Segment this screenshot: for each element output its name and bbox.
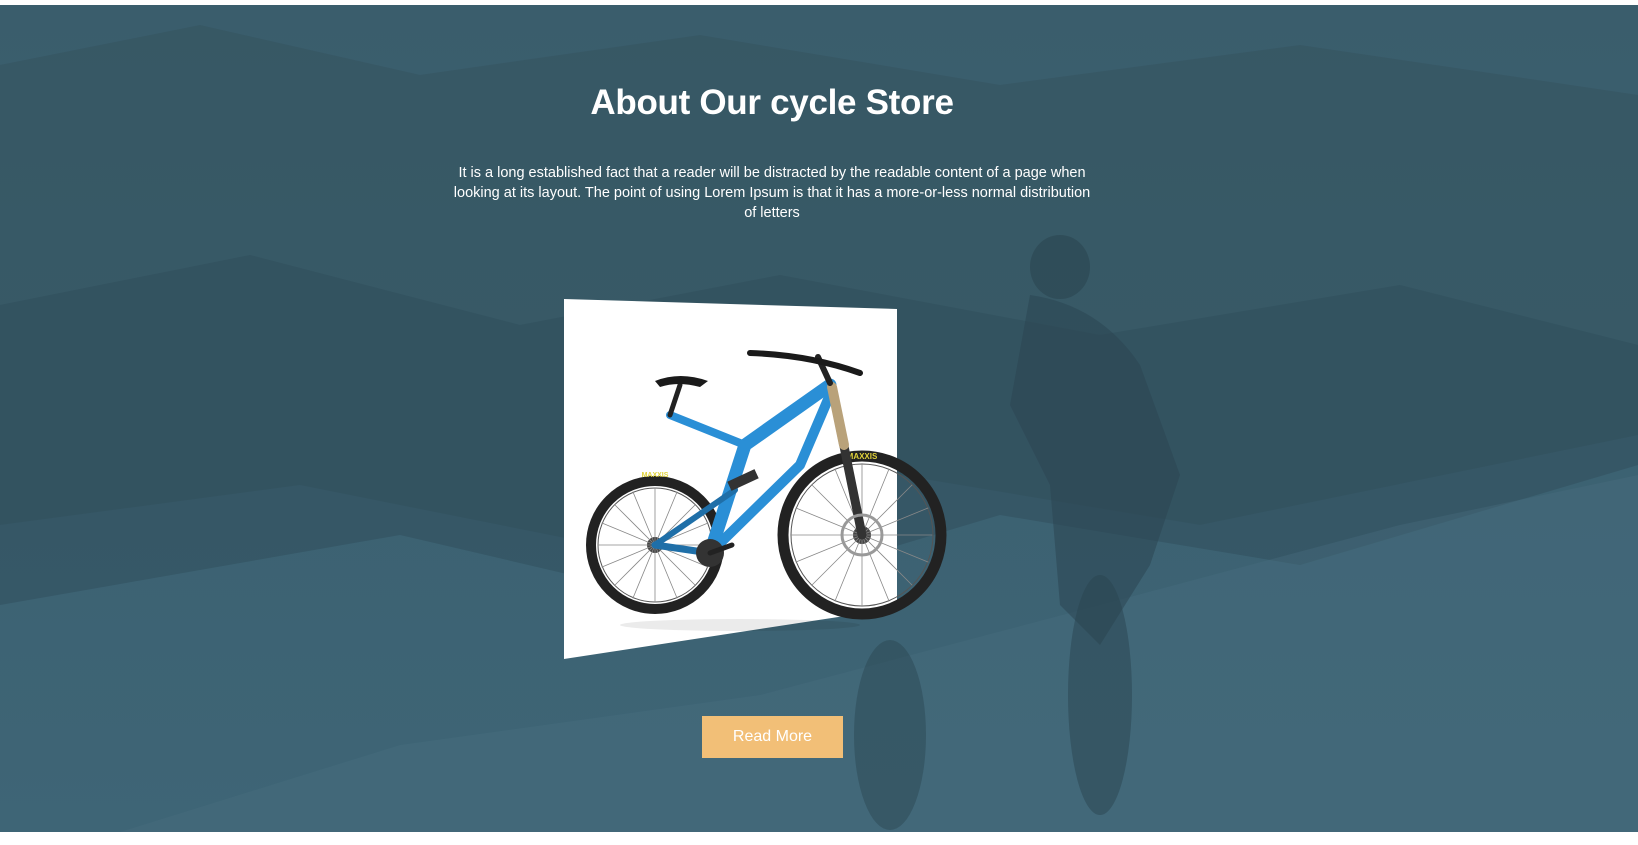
svg-text:MAXXIS: MAXXIS bbox=[642, 472, 669, 479]
bicycle-product-image: MAXXIS MAXXIS bbox=[564, 299, 947, 659]
about-section: About Our cycle Store It is a long estab… bbox=[0, 5, 1638, 832]
section-title: About Our cycle Store bbox=[590, 83, 954, 122]
svg-text:MAXXIS: MAXXIS bbox=[847, 452, 878, 461]
read-more-button[interactable]: Read More bbox=[702, 716, 843, 758]
section-description: It is a long established fact that a rea… bbox=[453, 165, 1091, 221]
